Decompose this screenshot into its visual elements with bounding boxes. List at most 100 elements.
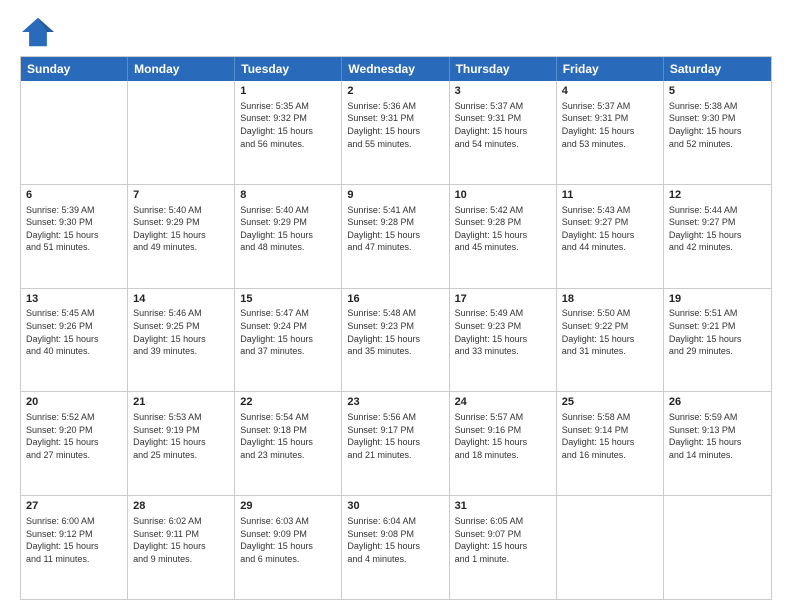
day-info: Sunrise: 5:43 AM Sunset: 9:27 PM Dayligh…	[562, 204, 658, 254]
day-number: 2	[347, 84, 443, 99]
day-number: 9	[347, 188, 443, 203]
day-info: Sunrise: 5:35 AM Sunset: 9:32 PM Dayligh…	[240, 100, 336, 150]
calendar-cell: 18Sunrise: 5:50 AM Sunset: 9:22 PM Dayli…	[557, 289, 664, 392]
calendar-week-1: 1Sunrise: 5:35 AM Sunset: 9:32 PM Daylig…	[21, 81, 771, 184]
calendar-cell: 27Sunrise: 6:00 AM Sunset: 9:12 PM Dayli…	[21, 496, 128, 599]
day-number: 15	[240, 292, 336, 307]
day-number: 3	[455, 84, 551, 99]
calendar-cell: 6Sunrise: 5:39 AM Sunset: 9:30 PM Daylig…	[21, 185, 128, 288]
calendar-cell: 20Sunrise: 5:52 AM Sunset: 9:20 PM Dayli…	[21, 392, 128, 495]
calendar-cell: 21Sunrise: 5:53 AM Sunset: 9:19 PM Dayli…	[128, 392, 235, 495]
day-number: 12	[669, 188, 766, 203]
calendar-cell	[128, 81, 235, 184]
calendar-cell: 11Sunrise: 5:43 AM Sunset: 9:27 PM Dayli…	[557, 185, 664, 288]
calendar-cell: 3Sunrise: 5:37 AM Sunset: 9:31 PM Daylig…	[450, 81, 557, 184]
day-number: 20	[26, 395, 122, 410]
day-info: Sunrise: 6:02 AM Sunset: 9:11 PM Dayligh…	[133, 515, 229, 565]
day-number: 27	[26, 499, 122, 514]
calendar-cell: 13Sunrise: 5:45 AM Sunset: 9:26 PM Dayli…	[21, 289, 128, 392]
calendar-cell	[664, 496, 771, 599]
day-number: 25	[562, 395, 658, 410]
day-info: Sunrise: 5:37 AM Sunset: 9:31 PM Dayligh…	[455, 100, 551, 150]
day-number: 19	[669, 292, 766, 307]
calendar-cell: 9Sunrise: 5:41 AM Sunset: 9:28 PM Daylig…	[342, 185, 449, 288]
day-info: Sunrise: 5:40 AM Sunset: 9:29 PM Dayligh…	[133, 204, 229, 254]
day-info: Sunrise: 5:57 AM Sunset: 9:16 PM Dayligh…	[455, 411, 551, 461]
calendar-cell: 16Sunrise: 5:48 AM Sunset: 9:23 PM Dayli…	[342, 289, 449, 392]
day-header-sunday: Sunday	[21, 57, 128, 81]
page: SundayMondayTuesdayWednesdayThursdayFrid…	[0, 0, 792, 612]
calendar-week-3: 13Sunrise: 5:45 AM Sunset: 9:26 PM Dayli…	[21, 288, 771, 392]
calendar-cell: 12Sunrise: 5:44 AM Sunset: 9:27 PM Dayli…	[664, 185, 771, 288]
calendar: SundayMondayTuesdayWednesdayThursdayFrid…	[20, 56, 772, 600]
calendar-cell	[557, 496, 664, 599]
day-info: Sunrise: 5:53 AM Sunset: 9:19 PM Dayligh…	[133, 411, 229, 461]
day-number: 5	[669, 84, 766, 99]
day-header-wednesday: Wednesday	[342, 57, 449, 81]
calendar-cell: 8Sunrise: 5:40 AM Sunset: 9:29 PM Daylig…	[235, 185, 342, 288]
day-info: Sunrise: 5:40 AM Sunset: 9:29 PM Dayligh…	[240, 204, 336, 254]
calendar-body: 1Sunrise: 5:35 AM Sunset: 9:32 PM Daylig…	[21, 81, 771, 599]
calendar-cell: 30Sunrise: 6:04 AM Sunset: 9:08 PM Dayli…	[342, 496, 449, 599]
calendar-cell: 19Sunrise: 5:51 AM Sunset: 9:21 PM Dayli…	[664, 289, 771, 392]
day-number: 10	[455, 188, 551, 203]
calendar-cell: 14Sunrise: 5:46 AM Sunset: 9:25 PM Dayli…	[128, 289, 235, 392]
calendar-cell: 24Sunrise: 5:57 AM Sunset: 9:16 PM Dayli…	[450, 392, 557, 495]
calendar-cell: 25Sunrise: 5:58 AM Sunset: 9:14 PM Dayli…	[557, 392, 664, 495]
calendar-cell: 28Sunrise: 6:02 AM Sunset: 9:11 PM Dayli…	[128, 496, 235, 599]
calendar-cell: 22Sunrise: 5:54 AM Sunset: 9:18 PM Dayli…	[235, 392, 342, 495]
calendar-cell: 4Sunrise: 5:37 AM Sunset: 9:31 PM Daylig…	[557, 81, 664, 184]
day-number: 11	[562, 188, 658, 203]
day-info: Sunrise: 5:59 AM Sunset: 9:13 PM Dayligh…	[669, 411, 766, 461]
calendar-cell: 17Sunrise: 5:49 AM Sunset: 9:23 PM Dayli…	[450, 289, 557, 392]
calendar-cell: 29Sunrise: 6:03 AM Sunset: 9:09 PM Dayli…	[235, 496, 342, 599]
day-header-thursday: Thursday	[450, 57, 557, 81]
day-number: 8	[240, 188, 336, 203]
day-info: Sunrise: 5:50 AM Sunset: 9:22 PM Dayligh…	[562, 307, 658, 357]
day-header-monday: Monday	[128, 57, 235, 81]
day-number: 7	[133, 188, 229, 203]
header	[20, 16, 772, 48]
day-info: Sunrise: 5:56 AM Sunset: 9:17 PM Dayligh…	[347, 411, 443, 461]
day-info: Sunrise: 5:54 AM Sunset: 9:18 PM Dayligh…	[240, 411, 336, 461]
calendar-cell: 5Sunrise: 5:38 AM Sunset: 9:30 PM Daylig…	[664, 81, 771, 184]
day-number: 28	[133, 499, 229, 514]
calendar-cell: 23Sunrise: 5:56 AM Sunset: 9:17 PM Dayli…	[342, 392, 449, 495]
day-info: Sunrise: 5:52 AM Sunset: 9:20 PM Dayligh…	[26, 411, 122, 461]
calendar-week-4: 20Sunrise: 5:52 AM Sunset: 9:20 PM Dayli…	[21, 391, 771, 495]
day-header-tuesday: Tuesday	[235, 57, 342, 81]
day-info: Sunrise: 5:49 AM Sunset: 9:23 PM Dayligh…	[455, 307, 551, 357]
day-info: Sunrise: 5:38 AM Sunset: 9:30 PM Dayligh…	[669, 100, 766, 150]
day-info: Sunrise: 5:48 AM Sunset: 9:23 PM Dayligh…	[347, 307, 443, 357]
day-info: Sunrise: 5:58 AM Sunset: 9:14 PM Dayligh…	[562, 411, 658, 461]
day-number: 26	[669, 395, 766, 410]
calendar-cell: 31Sunrise: 6:05 AM Sunset: 9:07 PM Dayli…	[450, 496, 557, 599]
day-info: Sunrise: 5:46 AM Sunset: 9:25 PM Dayligh…	[133, 307, 229, 357]
day-number: 23	[347, 395, 443, 410]
day-header-friday: Friday	[557, 57, 664, 81]
day-info: Sunrise: 5:51 AM Sunset: 9:21 PM Dayligh…	[669, 307, 766, 357]
calendar-header-row: SundayMondayTuesdayWednesdayThursdayFrid…	[21, 57, 771, 81]
day-number: 17	[455, 292, 551, 307]
logo	[20, 16, 60, 48]
day-info: Sunrise: 5:44 AM Sunset: 9:27 PM Dayligh…	[669, 204, 766, 254]
calendar-cell	[21, 81, 128, 184]
day-info: Sunrise: 5:41 AM Sunset: 9:28 PM Dayligh…	[347, 204, 443, 254]
calendar-cell: 26Sunrise: 5:59 AM Sunset: 9:13 PM Dayli…	[664, 392, 771, 495]
day-number: 14	[133, 292, 229, 307]
day-info: Sunrise: 5:37 AM Sunset: 9:31 PM Dayligh…	[562, 100, 658, 150]
day-info: Sunrise: 6:04 AM Sunset: 9:08 PM Dayligh…	[347, 515, 443, 565]
day-info: Sunrise: 5:47 AM Sunset: 9:24 PM Dayligh…	[240, 307, 336, 357]
calendar-cell: 10Sunrise: 5:42 AM Sunset: 9:28 PM Dayli…	[450, 185, 557, 288]
day-header-saturday: Saturday	[664, 57, 771, 81]
day-info: Sunrise: 5:36 AM Sunset: 9:31 PM Dayligh…	[347, 100, 443, 150]
calendar-cell: 1Sunrise: 5:35 AM Sunset: 9:32 PM Daylig…	[235, 81, 342, 184]
day-info: Sunrise: 5:45 AM Sunset: 9:26 PM Dayligh…	[26, 307, 122, 357]
day-number: 1	[240, 84, 336, 99]
day-number: 22	[240, 395, 336, 410]
day-number: 30	[347, 499, 443, 514]
day-number: 29	[240, 499, 336, 514]
calendar-week-2: 6Sunrise: 5:39 AM Sunset: 9:30 PM Daylig…	[21, 184, 771, 288]
day-number: 31	[455, 499, 551, 514]
logo-icon	[20, 16, 56, 48]
